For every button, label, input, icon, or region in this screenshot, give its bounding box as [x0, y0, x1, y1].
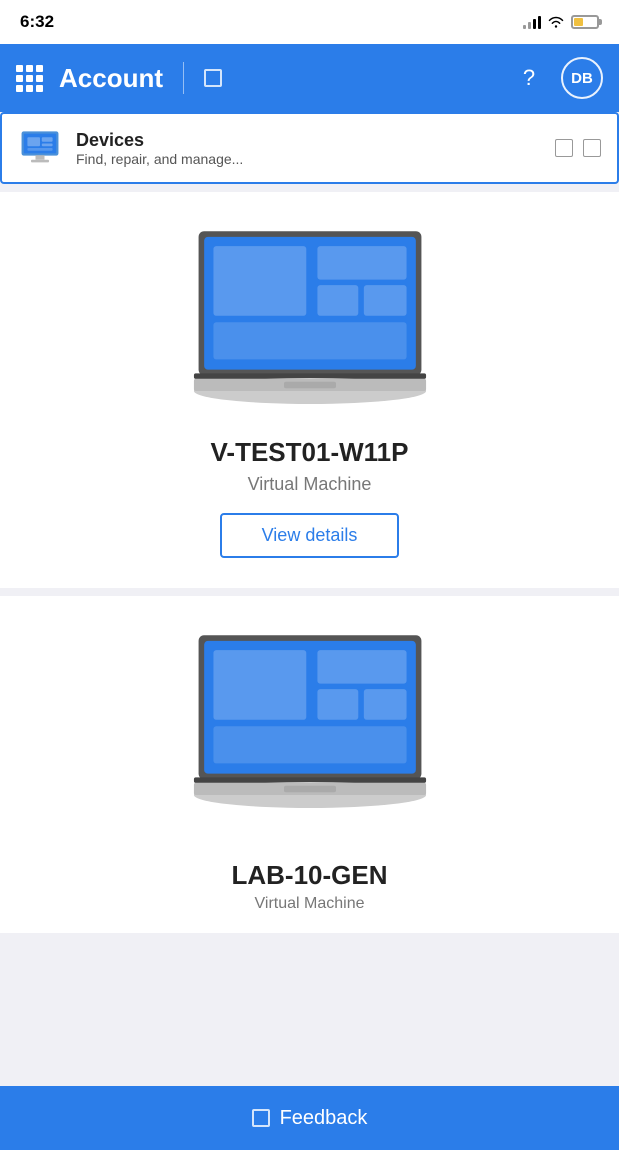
main-content: Devices Find, repair, and manage...	[0, 112, 619, 1150]
status-time: 6:32	[20, 12, 54, 32]
devices-card-title: Devices	[76, 130, 541, 151]
device2-type: Virtual Machine	[255, 895, 365, 913]
help-icon[interactable]: ?	[513, 65, 545, 91]
device2-laptop-image	[180, 626, 440, 817]
grid-menu-icon[interactable]	[16, 65, 43, 92]
page-title: Account	[59, 63, 163, 94]
card-checkbox-2[interactable]	[583, 139, 601, 157]
feedback-bar[interactable]: Feedback	[0, 1086, 619, 1150]
device1-name: V-TEST01-W11P	[211, 437, 409, 468]
device1-type: Virtual Machine	[248, 474, 372, 495]
monitor-icon	[20, 130, 60, 166]
header-divider	[183, 62, 184, 94]
status-icons	[523, 15, 599, 29]
battery-fill	[574, 18, 583, 26]
wifi-icon	[547, 15, 565, 29]
device2-name: LAB-10-GEN	[231, 860, 387, 891]
signal-bars-icon	[523, 15, 541, 29]
devices-icon-wrap	[18, 126, 62, 170]
devices-text: Devices Find, repair, and manage...	[76, 130, 541, 167]
avatar[interactable]: DB	[561, 57, 603, 99]
view-details-button[interactable]: View details	[220, 513, 400, 558]
feedback-checkbox-icon	[252, 1109, 270, 1127]
device1-laptop-image	[180, 222, 440, 413]
feedback-label: Feedback	[280, 1107, 368, 1130]
battery-icon	[571, 15, 599, 29]
card-checkbox-1[interactable]	[555, 139, 573, 157]
device1-section: V-TEST01-W11P Virtual Machine View detai…	[0, 192, 619, 588]
devices-card-subtitle: Find, repair, and manage...	[76, 151, 541, 167]
header: Account ? DB	[0, 44, 619, 112]
status-bar: 6:32	[0, 0, 619, 44]
device2-section: LAB-10-GEN Virtual Machine	[0, 596, 619, 934]
devices-card[interactable]: Devices Find, repair, and manage...	[0, 112, 619, 184]
header-square-icon[interactable]	[204, 69, 222, 87]
card-checkboxes	[555, 139, 601, 157]
